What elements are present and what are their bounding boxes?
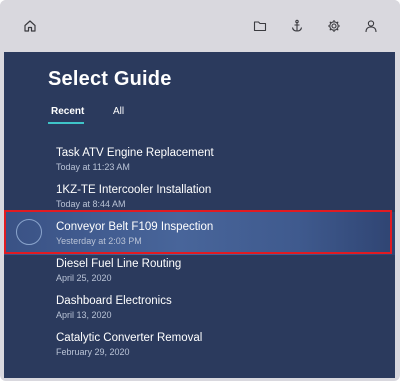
selection-outline: [4, 210, 392, 254]
folder-icon[interactable]: [250, 16, 270, 36]
tab-all[interactable]: All: [113, 106, 124, 117]
guide-timestamp: April 25, 2020: [56, 273, 112, 283]
list-item[interactable]: 1KZ-TE Intercooler Installation Today at…: [56, 183, 356, 210]
guide-title: 1KZ-TE Intercooler Installation: [56, 184, 212, 196]
active-tab-indicator: [48, 122, 84, 124]
anchor-icon[interactable]: [287, 16, 307, 36]
guide-title: Diesel Fuel Line Routing: [56, 258, 182, 270]
user-icon[interactable]: [361, 16, 381, 36]
guide-timestamp: Today at 11:23 AM: [56, 162, 130, 172]
app-window: Select Guide Recent All Task ATV Engine …: [0, 0, 400, 381]
page-title: Select Guide: [48, 68, 172, 90]
list-item[interactable]: Catalytic Converter Removal February 29,…: [56, 331, 356, 358]
guide-title: Task ATV Engine Replacement: [56, 147, 214, 159]
guide-timestamp: April 13, 2020: [56, 310, 112, 320]
guide-timestamp: Today at 8:44 AM: [56, 199, 126, 209]
list-item[interactable]: Diesel Fuel Line Routing April 25, 2020: [56, 257, 356, 284]
home-icon[interactable]: [20, 16, 40, 36]
guide-timestamp: February 29, 2020: [56, 347, 130, 357]
guide-title: Catalytic Converter Removal: [56, 332, 203, 344]
top-toolbar: [0, 0, 400, 52]
list-item[interactable]: Dashboard Electronics April 13, 2020: [56, 294, 356, 321]
gear-icon[interactable]: [324, 16, 344, 36]
list-item[interactable]: Task ATV Engine Replacement Today at 11:…: [56, 146, 356, 173]
tab-recent[interactable]: Recent: [51, 106, 84, 117]
guide-title: Dashboard Electronics: [56, 295, 172, 307]
